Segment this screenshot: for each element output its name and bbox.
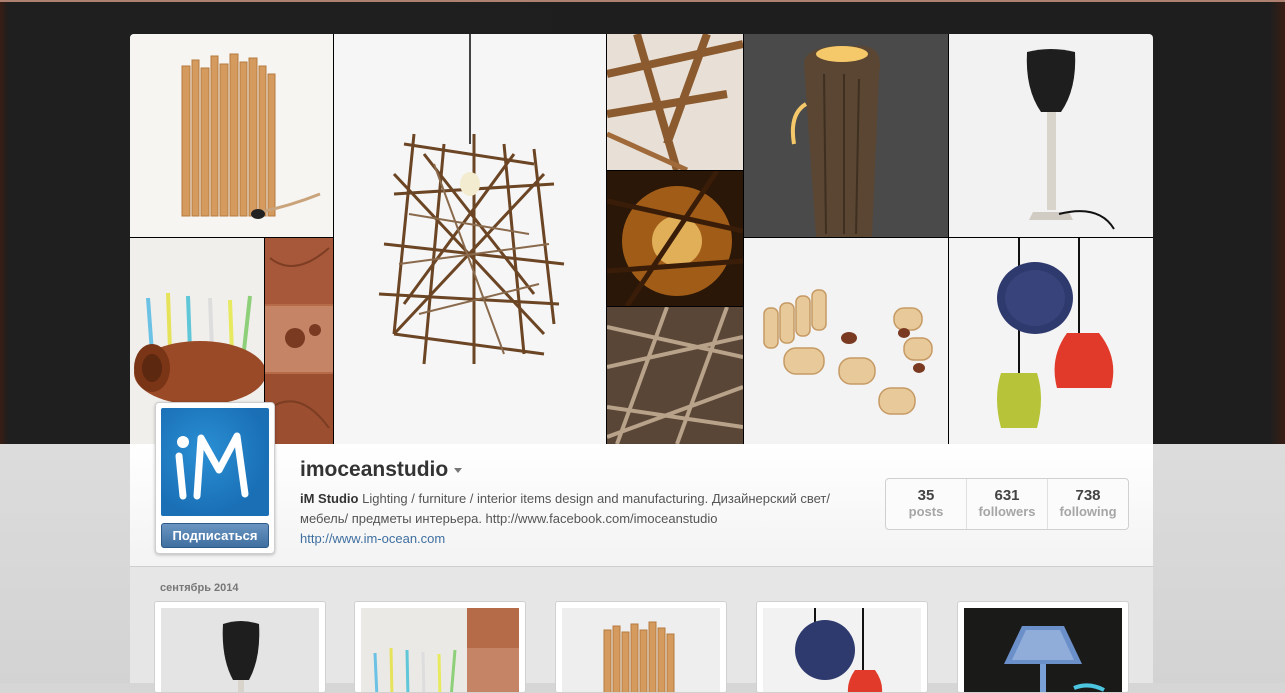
photo-floor-lamp[interactable] — [949, 34, 1153, 237]
photo-twig-glow[interactable] — [607, 171, 743, 306]
profile-stats: 35 posts 631 followers 738 following — [885, 478, 1129, 530]
stat-posts-label: posts — [908, 504, 944, 519]
photo-twig-texture[interactable] — [607, 307, 743, 444]
photo-log-lamp[interactable] — [744, 34, 948, 237]
cover-collage — [130, 34, 1153, 444]
stat-posts-count: 35 — [917, 487, 935, 504]
feed-photo-floor-lamp[interactable] — [154, 601, 326, 693]
stat-following[interactable]: 738 following — [1048, 479, 1128, 529]
photo-twig-closeup-1[interactable] — [607, 34, 743, 170]
im-logo-icon — [175, 432, 249, 500]
subscribe-button[interactable]: Подписаться — [161, 523, 269, 548]
profile-header: Подписаться imoceanstudio iM Studio Ligh… — [130, 402, 1153, 567]
stat-followers-count: 631 — [994, 487, 1020, 504]
photo-twig-pendant[interactable] — [334, 34, 606, 444]
avatar[interactable] — [161, 408, 269, 516]
month-label: сентябрь 2014 — [160, 582, 239, 594]
bio-website-link[interactable]: http://www.im-ocean.com — [300, 531, 445, 546]
profile-bio: iM Studio Lighting / furniture / interio… — [300, 489, 860, 549]
bio-text: Lighting / furniture / interior items de… — [300, 491, 830, 526]
stat-following-label: following — [1059, 504, 1117, 519]
photo-wood-grain[interactable] — [265, 238, 333, 444]
feed-photo-pencil-holder[interactable] — [354, 601, 526, 693]
feed-photo-lace-lamp[interactable] — [957, 601, 1129, 693]
username-text: imoceanstudio — [300, 458, 449, 481]
stat-following-count: 738 — [1075, 487, 1101, 504]
bio-name: iM Studio — [300, 491, 359, 506]
photo-knit-pendants[interactable] — [949, 238, 1153, 444]
photo-wooden-toys[interactable] — [744, 238, 948, 444]
feed-photo-stick-lamp[interactable] — [555, 601, 727, 693]
stat-posts[interactable]: 35 posts — [886, 479, 967, 529]
photo-stick-lamp[interactable] — [130, 34, 333, 237]
feed-photo-knit-pendants[interactable] — [756, 601, 928, 693]
avatar-frame: Подписаться — [155, 402, 275, 554]
stat-followers[interactable]: 631 followers — [967, 479, 1048, 529]
profile-username[interactable]: imoceanstudio — [300, 458, 463, 482]
photo-feed: сентябрь 2014 — [130, 567, 1153, 693]
stat-followers-label: followers — [978, 504, 1036, 519]
caret-down-icon[interactable] — [454, 467, 463, 473]
